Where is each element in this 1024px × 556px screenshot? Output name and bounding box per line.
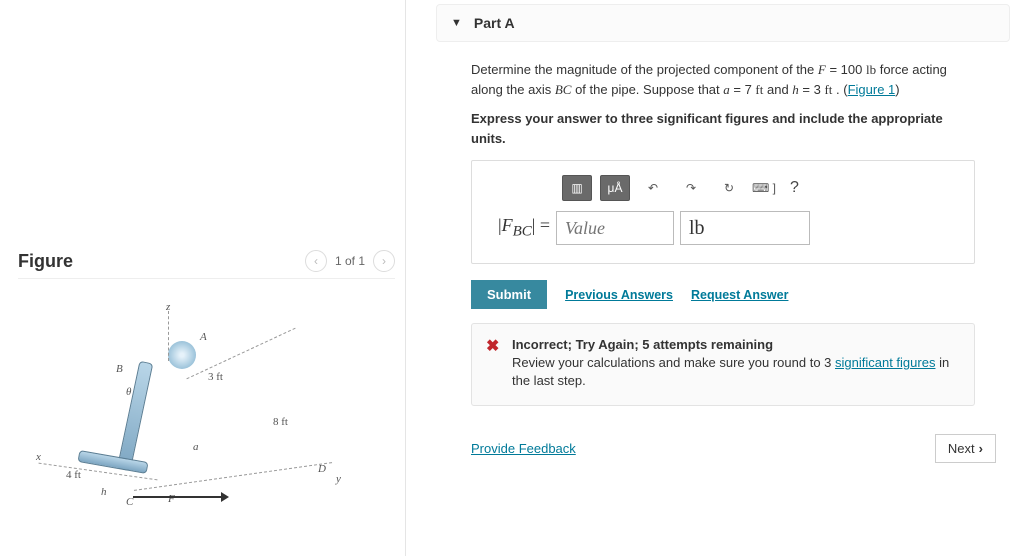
help-button[interactable]: ? — [790, 179, 799, 197]
collapse-caret-icon: ▼ — [451, 17, 462, 29]
label-B: B — [116, 363, 123, 375]
sigfig-link[interactable]: significant figures — [835, 355, 935, 370]
incorrect-icon: ✖ — [486, 336, 499, 358]
keyboard-button[interactable]: ⌨ ] — [752, 175, 776, 201]
templates-button[interactable]: ▥ — [562, 175, 592, 201]
part-title: Part A — [474, 15, 515, 31]
figure-pager: ‹ 1 of 1 › — [305, 250, 395, 272]
pager-prev-button[interactable]: ‹ — [305, 250, 327, 272]
label-A: A — [200, 331, 207, 343]
label-F: F — [168, 493, 175, 505]
label-h: h — [101, 486, 107, 498]
submit-button[interactable]: Submit — [471, 280, 547, 309]
feedback-body: Review your calculations and make sure y… — [512, 354, 960, 390]
provide-feedback-link[interactable]: Provide Feedback — [471, 441, 576, 456]
figure-title: Figure — [18, 251, 73, 272]
redo-button[interactable]: ↷ — [676, 175, 706, 201]
figure-diagram: z A B θ 3 ft 8 ft a x 4 ft h C F D y — [18, 301, 338, 511]
units-input[interactable] — [680, 211, 810, 245]
previous-answers-link[interactable]: Previous Answers — [565, 288, 673, 302]
label-theta: θ — [126, 386, 131, 398]
label-4ft: 4 ft — [66, 469, 81, 481]
answer-box: ▥ μÅ ↶ ↷ ↻ ⌨ ] ? ||FFBC| = — [471, 160, 975, 264]
label-3ft: 3 ft — [208, 371, 223, 383]
request-answer-link[interactable]: Request Answer — [691, 288, 788, 302]
pager-status: 1 of 1 — [335, 254, 365, 268]
part-header[interactable]: ▼ Part A — [436, 4, 1010, 42]
pager-next-button[interactable]: › — [373, 250, 395, 272]
reset-button[interactable]: ↻ — [714, 175, 744, 201]
instruction-bold: Express your answer to three significant… — [471, 109, 975, 148]
label-D: D — [318, 463, 326, 475]
undo-button[interactable]: ↶ — [638, 175, 668, 201]
label-z: z — [166, 301, 170, 313]
label-x: x — [36, 451, 41, 463]
answer-lhs: ||FFBC| = — [490, 215, 550, 241]
next-button[interactable]: Next› — [935, 434, 996, 463]
chevron-right-icon: › — [979, 441, 983, 456]
feedback-title: Incorrect; Try Again; 5 attempts remaini… — [512, 336, 960, 354]
value-input[interactable] — [556, 211, 674, 245]
units-picker-button[interactable]: μÅ — [600, 175, 630, 201]
label-a: a — [193, 441, 199, 453]
figure-link[interactable]: Figure 1 — [848, 82, 896, 97]
feedback-box: ✖ Incorrect; Try Again; 5 attempts remai… — [471, 323, 975, 406]
label-8ft: 8 ft — [273, 416, 288, 428]
label-y: y — [336, 473, 341, 485]
question-prompt: Determine the magnitude of the projected… — [471, 60, 975, 148]
